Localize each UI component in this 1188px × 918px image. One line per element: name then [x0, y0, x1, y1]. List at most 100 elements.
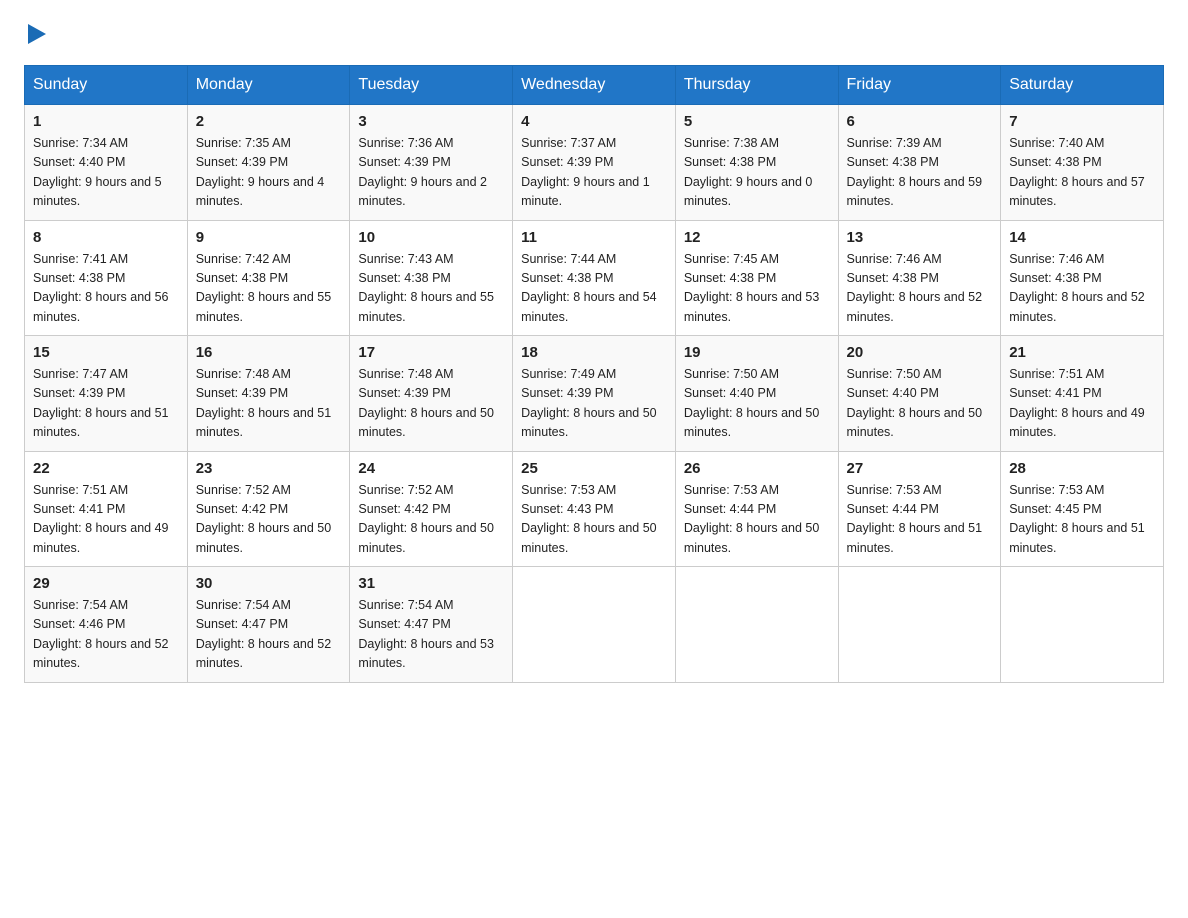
calendar-cell: 4 Sunrise: 7:37 AMSunset: 4:39 PMDaylight…	[513, 105, 676, 221]
weekday-header-friday: Friday	[838, 66, 1001, 105]
day-number: 14	[1009, 229, 1155, 246]
day-number: 9	[196, 229, 342, 246]
day-number: 28	[1009, 460, 1155, 477]
day-number: 16	[196, 344, 342, 361]
day-number: 12	[684, 229, 830, 246]
calendar-cell	[675, 567, 838, 683]
day-info: Sunrise: 7:35 AMSunset: 4:39 PMDaylight:…	[196, 134, 342, 212]
calendar-week-row: 22 Sunrise: 7:51 AMSunset: 4:41 PMDayligh…	[25, 451, 1164, 567]
calendar-cell: 16 Sunrise: 7:48 AMSunset: 4:39 PMDayligh…	[187, 336, 350, 452]
calendar-cell: 13 Sunrise: 7:46 AMSunset: 4:38 PMDayligh…	[838, 220, 1001, 336]
day-number: 24	[358, 460, 504, 477]
calendar-cell: 25 Sunrise: 7:53 AMSunset: 4:43 PMDayligh…	[513, 451, 676, 567]
day-info: Sunrise: 7:46 AMSunset: 4:38 PMDaylight:…	[847, 250, 993, 328]
calendar-cell: 14 Sunrise: 7:46 AMSunset: 4:38 PMDayligh…	[1001, 220, 1164, 336]
day-info: Sunrise: 7:54 AMSunset: 4:47 PMDaylight:…	[196, 596, 342, 674]
calendar-week-row: 29 Sunrise: 7:54 AMSunset: 4:46 PMDayligh…	[25, 567, 1164, 683]
day-info: Sunrise: 7:54 AMSunset: 4:46 PMDaylight:…	[33, 596, 179, 674]
calendar-cell: 19Sunrise: 7:50 AMSunset: 4:40 PMDayligh…	[675, 336, 838, 452]
day-info: Sunrise: 7:53 AMSunset: 4:43 PMDaylight:…	[521, 481, 667, 559]
day-number: 30	[196, 575, 342, 592]
day-number: 1	[33, 113, 179, 130]
calendar-cell: 27Sunrise: 7:53 AMSunset: 4:44 PMDayligh…	[838, 451, 1001, 567]
logo-triangle-icon	[28, 24, 46, 44]
day-info: Sunrise: 7:39 AMSunset: 4:38 PMDaylight:…	[847, 134, 993, 212]
day-info: Sunrise: 7:53 AMSunset: 4:44 PMDaylight:…	[684, 481, 830, 559]
calendar-cell	[838, 567, 1001, 683]
day-info: Sunrise: 7:41 AMSunset: 4:38 PMDaylight:…	[33, 250, 179, 328]
day-info: Sunrise: 7:44 AMSunset: 4:38 PMDaylight:…	[521, 250, 667, 328]
day-number: 26	[684, 460, 830, 477]
calendar-cell: 10 Sunrise: 7:43 AMSunset: 4:38 PMDayligh…	[350, 220, 513, 336]
day-number: 10	[358, 229, 504, 246]
calendar-cell: 26 Sunrise: 7:53 AMSunset: 4:44 PMDayligh…	[675, 451, 838, 567]
calendar-week-row: 1Sunrise: 7:34 AMSunset: 4:40 PMDaylight…	[25, 105, 1164, 221]
day-info: Sunrise: 7:48 AMSunset: 4:39 PMDaylight:…	[358, 365, 504, 443]
calendar-cell: 2 Sunrise: 7:35 AMSunset: 4:39 PMDaylight…	[187, 105, 350, 221]
weekday-header-tuesday: Tuesday	[350, 66, 513, 105]
calendar-table: SundayMondayTuesdayWednesdayThursdayFrid…	[24, 65, 1164, 683]
day-number: 2	[196, 113, 342, 130]
day-info: Sunrise: 7:43 AMSunset: 4:38 PMDaylight:…	[358, 250, 504, 328]
day-info: Sunrise: 7:52 AMSunset: 4:42 PMDaylight:…	[358, 481, 504, 559]
calendar-cell: 12 Sunrise: 7:45 AMSunset: 4:38 PMDayligh…	[675, 220, 838, 336]
day-info: Sunrise: 7:51 AMSunset: 4:41 PMDaylight:…	[33, 481, 179, 559]
day-number: 31	[358, 575, 504, 592]
day-number: 13	[847, 229, 993, 246]
calendar-week-row: 8 Sunrise: 7:41 AMSunset: 4:38 PMDaylight…	[25, 220, 1164, 336]
day-number: 8	[33, 229, 179, 246]
day-info: Sunrise: 7:36 AMSunset: 4:39 PMDaylight:…	[358, 134, 504, 212]
day-number: 17	[358, 344, 504, 361]
day-info: Sunrise: 7:40 AMSunset: 4:38 PMDaylight:…	[1009, 134, 1155, 212]
day-number: 25	[521, 460, 667, 477]
calendar-cell: 7 Sunrise: 7:40 AMSunset: 4:38 PMDaylight…	[1001, 105, 1164, 221]
calendar-cell: 24 Sunrise: 7:52 AMSunset: 4:42 PMDayligh…	[350, 451, 513, 567]
day-info: Sunrise: 7:45 AMSunset: 4:38 PMDaylight:…	[684, 250, 830, 328]
day-info: Sunrise: 7:47 AMSunset: 4:39 PMDaylight:…	[33, 365, 179, 443]
day-number: 4	[521, 113, 667, 130]
calendar-cell: 5Sunrise: 7:38 AMSunset: 4:38 PMDaylight…	[675, 105, 838, 221]
calendar-cell: 17 Sunrise: 7:48 AMSunset: 4:39 PMDayligh…	[350, 336, 513, 452]
calendar-week-row: 15 Sunrise: 7:47 AMSunset: 4:39 PMDayligh…	[25, 336, 1164, 452]
day-number: 15	[33, 344, 179, 361]
day-info: Sunrise: 7:46 AMSunset: 4:38 PMDaylight:…	[1009, 250, 1155, 328]
calendar-cell: 31 Sunrise: 7:54 AMSunset: 4:47 PMDayligh…	[350, 567, 513, 683]
calendar-cell: 6 Sunrise: 7:39 AMSunset: 4:38 PMDaylight…	[838, 105, 1001, 221]
day-info: Sunrise: 7:42 AMSunset: 4:38 PMDaylight:…	[196, 250, 342, 328]
day-number: 22	[33, 460, 179, 477]
weekday-header-saturday: Saturday	[1001, 66, 1164, 105]
weekday-header-wednesday: Wednesday	[513, 66, 676, 105]
calendar-cell: 1Sunrise: 7:34 AMSunset: 4:40 PMDaylight…	[25, 105, 188, 221]
calendar-cell: 28Sunrise: 7:53 AMSunset: 4:45 PMDayligh…	[1001, 451, 1164, 567]
calendar-header-row: SundayMondayTuesdayWednesdayThursdayFrid…	[25, 66, 1164, 105]
day-info: Sunrise: 7:51 AMSunset: 4:41 PMDaylight:…	[1009, 365, 1155, 443]
day-number: 23	[196, 460, 342, 477]
day-info: Sunrise: 7:48 AMSunset: 4:39 PMDaylight:…	[196, 365, 342, 443]
day-number: 29	[33, 575, 179, 592]
day-number: 18	[521, 344, 667, 361]
day-info: Sunrise: 7:37 AMSunset: 4:39 PMDaylight:…	[521, 134, 667, 212]
day-info: Sunrise: 7:54 AMSunset: 4:47 PMDaylight:…	[358, 596, 504, 674]
calendar-cell: 30 Sunrise: 7:54 AMSunset: 4:47 PMDayligh…	[187, 567, 350, 683]
calendar-cell: 9 Sunrise: 7:42 AMSunset: 4:38 PMDaylight…	[187, 220, 350, 336]
weekday-header-thursday: Thursday	[675, 66, 838, 105]
day-number: 11	[521, 229, 667, 246]
day-info: Sunrise: 7:50 AMSunset: 4:40 PMDaylight:…	[684, 365, 830, 443]
day-number: 20	[847, 344, 993, 361]
day-number: 6	[847, 113, 993, 130]
calendar-cell: 29 Sunrise: 7:54 AMSunset: 4:46 PMDayligh…	[25, 567, 188, 683]
calendar-cell: 20Sunrise: 7:50 AMSunset: 4:40 PMDayligh…	[838, 336, 1001, 452]
day-number: 7	[1009, 113, 1155, 130]
day-info: Sunrise: 7:52 AMSunset: 4:42 PMDaylight:…	[196, 481, 342, 559]
calendar-cell	[1001, 567, 1164, 683]
calendar-cell: 22 Sunrise: 7:51 AMSunset: 4:41 PMDayligh…	[25, 451, 188, 567]
calendar-cell: 18Sunrise: 7:49 AMSunset: 4:39 PMDayligh…	[513, 336, 676, 452]
day-info: Sunrise: 7:53 AMSunset: 4:44 PMDaylight:…	[847, 481, 993, 559]
calendar-cell: 3Sunrise: 7:36 AMSunset: 4:39 PMDaylight…	[350, 105, 513, 221]
calendar-cell	[513, 567, 676, 683]
day-number: 5	[684, 113, 830, 130]
calendar-cell: 21Sunrise: 7:51 AMSunset: 4:41 PMDayligh…	[1001, 336, 1164, 452]
weekday-header-monday: Monday	[187, 66, 350, 105]
calendar-cell: 8 Sunrise: 7:41 AMSunset: 4:38 PMDaylight…	[25, 220, 188, 336]
page-header	[24, 24, 1164, 49]
